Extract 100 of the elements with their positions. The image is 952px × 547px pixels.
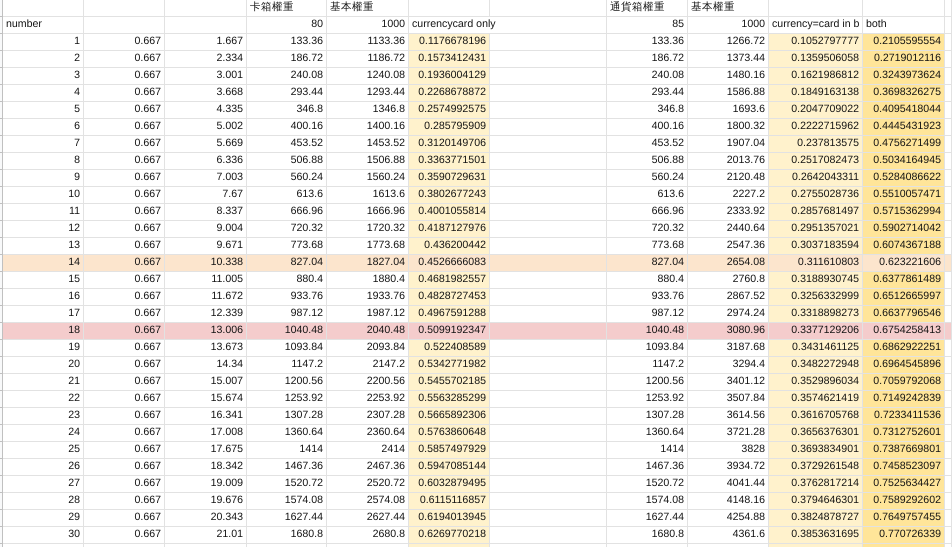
table-cell: 0.3616705768 [769,408,863,425]
table-cell: 1360.64 [247,425,327,442]
table-cell: 11.672 [165,289,247,306]
table-cell: 0.5665892306 [409,408,490,425]
table-cell: 0.667 [84,374,165,391]
table-cell: 7.003 [165,170,247,187]
table-cell: 0.5342771982 [409,357,490,374]
table-cell: 0.4095418044 [863,102,945,119]
table-cell: 0.6637796546 [863,306,945,323]
table-cell: 0.2719012116 [863,51,945,68]
table-cell: 3 [3,68,84,85]
table-cell: 0.7649757455 [863,510,945,527]
table-cell: 0.667 [84,153,165,170]
table-cell: 880.4 [247,272,327,289]
table-cell: 240.08 [247,68,327,85]
table-cell: 613.6 [247,187,327,204]
table-cell: 24 [3,425,84,442]
table-cell: 0.2517082473 [769,153,863,170]
table-cell: 0.1052797777 [769,34,863,51]
table-cell: 80 [247,17,327,34]
table-cell: 18.342 [165,459,247,476]
table-cell: 通貨箱權重 [607,0,688,17]
table-cell: 27 [3,476,84,493]
table-cell: 0.6862922251 [863,340,945,357]
table-cell: 5.002 [165,119,247,136]
table-cell: 400.16 [607,119,688,136]
table-cell: 0.6115116857 [409,493,490,510]
table-cell: 0.1573412431 [409,51,490,68]
table-cell: 1040.48 [607,323,688,340]
table-cell: 26 [3,459,84,476]
table-cell: 0.667 [84,425,165,442]
table-cell: 0.237813575 [769,136,863,153]
table-cell: 0.3590729631 [409,170,490,187]
table-cell: 0.3698326275 [863,85,945,102]
table-cell: 4 [3,85,84,102]
table-cell: 基本權重 [327,0,409,17]
table-cell: 0.667 [84,34,165,51]
table-cell: 基本權重 [688,0,769,17]
table-cell: 0.667 [84,493,165,510]
table-cell: 13.006 [165,323,247,340]
table-cell: 1360.64 [607,425,688,442]
table-cell: 0.3188930745 [769,272,863,289]
table-cell: 0.285795909 [409,119,490,136]
table-cell: 0.3482272948 [769,357,863,374]
table-cell: 0.7458523097 [863,459,945,476]
table-cell: 0.667 [84,68,165,85]
table-cell: 0.3529896034 [769,374,863,391]
table-cell: 0.667 [84,170,165,187]
table-cell: 0.5715362994 [863,204,945,221]
table-cell: 0.5510057471 [863,187,945,204]
table-cell: 1627.44 [247,510,327,527]
table-cell: 1.667 [165,34,247,51]
table-cell: 11 [3,204,84,221]
table-cell: 1414 [607,442,688,459]
table-cell: 1520.72 [607,476,688,493]
table-cell: 0.5034164945 [863,153,945,170]
table-cell: 0.2105595554 [863,34,945,51]
table-cell: 0.667 [84,272,165,289]
table-cell: 0.1621986812 [769,68,863,85]
table-cell: 0.1849163138 [769,85,863,102]
table-cell: 1147.2 [247,357,327,374]
table-cell: 10 [3,187,84,204]
table-cell: 5.669 [165,136,247,153]
table-cell: 186.72 [247,51,327,68]
table-cell: 453.52 [247,136,327,153]
table-cell: 346.8 [247,102,327,119]
table-cell: 17.008 [165,425,247,442]
table-cell: 85 [607,17,688,34]
table-cell: 17.675 [165,442,247,459]
table-cell: 0.5284086622 [863,170,945,187]
table-cell: 21.01 [165,527,247,544]
table-cell: 0.667 [84,136,165,153]
table-cell: 12 [3,221,84,238]
table-cell: 21 [3,374,84,391]
table-cell: 卡箱權重 [247,0,327,17]
table-cell: 0.2642043311 [769,170,863,187]
table-cell: 14.34 [165,357,247,374]
table-cell: 0.7233411536 [863,408,945,425]
table-cell: 7 [3,136,84,153]
table-cell: 1147.2 [607,357,688,374]
table-cell: 720.32 [247,221,327,238]
table-cell: 0.2268678872 [409,85,490,102]
table-cell: 0.770726339 [863,527,945,544]
table-cell: 5 [3,102,84,119]
table-cell: 0.3853631695 [769,527,863,544]
table-cell: 9.004 [165,221,247,238]
table-cell: 1520.72 [247,476,327,493]
table-cell: 453.52 [607,136,688,153]
table-cell: 16.341 [165,408,247,425]
table-cell: 1467.36 [247,459,327,476]
table-cell: 0.3824878727 [769,510,863,527]
table-cell: 0.5902714042 [863,221,945,238]
table-cell: 0.6964545896 [863,357,945,374]
table-cell: 30 [3,527,84,544]
table-cell: 1414 [247,442,327,459]
table-cell: 0.6194013945 [409,510,490,527]
table-cell: 0.667 [84,289,165,306]
table-cell: 0.5947085144 [409,459,490,476]
table-cell: 0.4756271499 [863,136,945,153]
table-cell: 14 [3,255,84,272]
